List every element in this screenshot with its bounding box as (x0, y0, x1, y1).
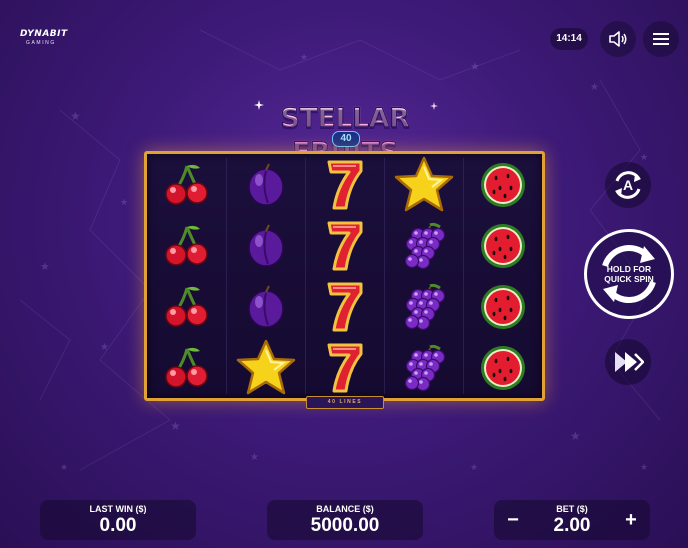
symbol-grapes (384, 215, 463, 276)
game-title-subtitle: 40 (332, 131, 360, 147)
svg-text:★: ★ (70, 109, 81, 123)
watermelon-icon (480, 284, 525, 329)
symbol-watermelon (463, 276, 542, 337)
symbol-watermelon (463, 154, 542, 215)
brand-name: DYNABIT (20, 29, 68, 39)
sound-button[interactable] (600, 21, 636, 57)
menu-button[interactable] (643, 21, 679, 57)
symbol-cherry (147, 337, 226, 398)
bet-increase-button[interactable]: + (620, 508, 642, 532)
paylines-label: 40 LINES (306, 396, 384, 409)
svg-text:★: ★ (120, 197, 128, 207)
sparkle-icon (254, 100, 264, 110)
seven-icon (327, 160, 362, 209)
spin-label-line2: QUICK SPIN (604, 274, 654, 284)
spin-label: HOLD FOR QUICK SPIN (604, 264, 654, 284)
symbol-grapes (384, 276, 463, 337)
svg-text:★: ★ (470, 61, 480, 73)
cherry-icon (164, 347, 208, 388)
symbol-cherry (147, 215, 226, 276)
plum-icon (247, 285, 284, 328)
balance-panel: BALANCE ($) 5000.00 (267, 500, 423, 540)
last-win-label: LAST WIN ($) (89, 504, 147, 514)
symbol-cherry (147, 154, 226, 215)
symbol-cherry (147, 276, 226, 337)
watermelon-icon (480, 345, 525, 390)
watermelon-icon (480, 223, 525, 268)
svg-text:★: ★ (250, 452, 259, 463)
symbol-grapes (384, 337, 463, 398)
svg-text:★: ★ (590, 82, 599, 93)
seven-icon (327, 221, 362, 270)
reel-frame (144, 151, 545, 401)
symbol-star (384, 154, 463, 215)
menu-icon (653, 33, 669, 45)
svg-text:★: ★ (640, 462, 648, 472)
symbol-plum (226, 154, 305, 215)
symbol-plum (226, 276, 305, 337)
autoplay-button[interactable]: A (605, 162, 651, 208)
symbol-seven (305, 276, 384, 337)
star-icon (394, 156, 453, 211)
cherry-icon (164, 225, 208, 266)
plum-icon (247, 224, 284, 267)
grapes-icon (404, 283, 445, 330)
turbo-button[interactable] (605, 339, 651, 385)
symbol-seven (305, 337, 384, 398)
cherry-icon (164, 164, 208, 205)
spin-button[interactable]: HOLD FOR QUICK SPIN (584, 229, 674, 319)
svg-text:★: ★ (640, 152, 648, 162)
clock: 14:14 (550, 28, 588, 50)
star-icon (236, 339, 295, 394)
cherry-icon (164, 286, 208, 327)
grapes-icon (404, 222, 445, 269)
reel-grid (147, 154, 542, 398)
seven-icon (327, 282, 362, 331)
symbol-watermelon (463, 215, 542, 276)
symbol-seven (305, 215, 384, 276)
grapes-icon (404, 344, 445, 391)
last-win-panel: LAST WIN ($) 0.00 (40, 500, 196, 540)
symbol-star (226, 337, 305, 398)
fast-forward-icon (615, 352, 644, 372)
svg-text:★: ★ (470, 462, 478, 472)
svg-text:★: ★ (40, 261, 50, 273)
balance-label: BALANCE ($) (316, 504, 374, 514)
autoplay-icon: A (615, 171, 641, 199)
spin-label-line1: HOLD FOR (606, 264, 652, 274)
balance-value: 5000.00 (310, 515, 380, 536)
svg-text:★: ★ (100, 342, 109, 353)
symbol-seven (305, 154, 384, 215)
brand-logo: DYNABIT GAMING (20, 30, 68, 46)
last-win-value: 0.00 (99, 515, 137, 536)
svg-text:★: ★ (300, 52, 308, 62)
svg-text:★: ★ (570, 429, 581, 443)
bet-panel: − BET ($) 2.00 + (494, 500, 650, 540)
svg-text:★: ★ (60, 462, 68, 472)
symbol-plum (226, 215, 305, 276)
brand-tagline: GAMING (26, 40, 56, 46)
speaker-icon (609, 31, 627, 47)
bet-decrease-button[interactable]: − (502, 508, 524, 532)
svg-text:A: A (623, 177, 633, 193)
symbol-watermelon (463, 337, 542, 398)
sparkle-icon (430, 102, 438, 110)
plum-icon (247, 163, 284, 206)
seven-icon (327, 343, 362, 392)
game-title: STELLAR FRUITS 40 (240, 100, 450, 169)
watermelon-icon (480, 162, 525, 207)
svg-text:★: ★ (170, 419, 181, 433)
